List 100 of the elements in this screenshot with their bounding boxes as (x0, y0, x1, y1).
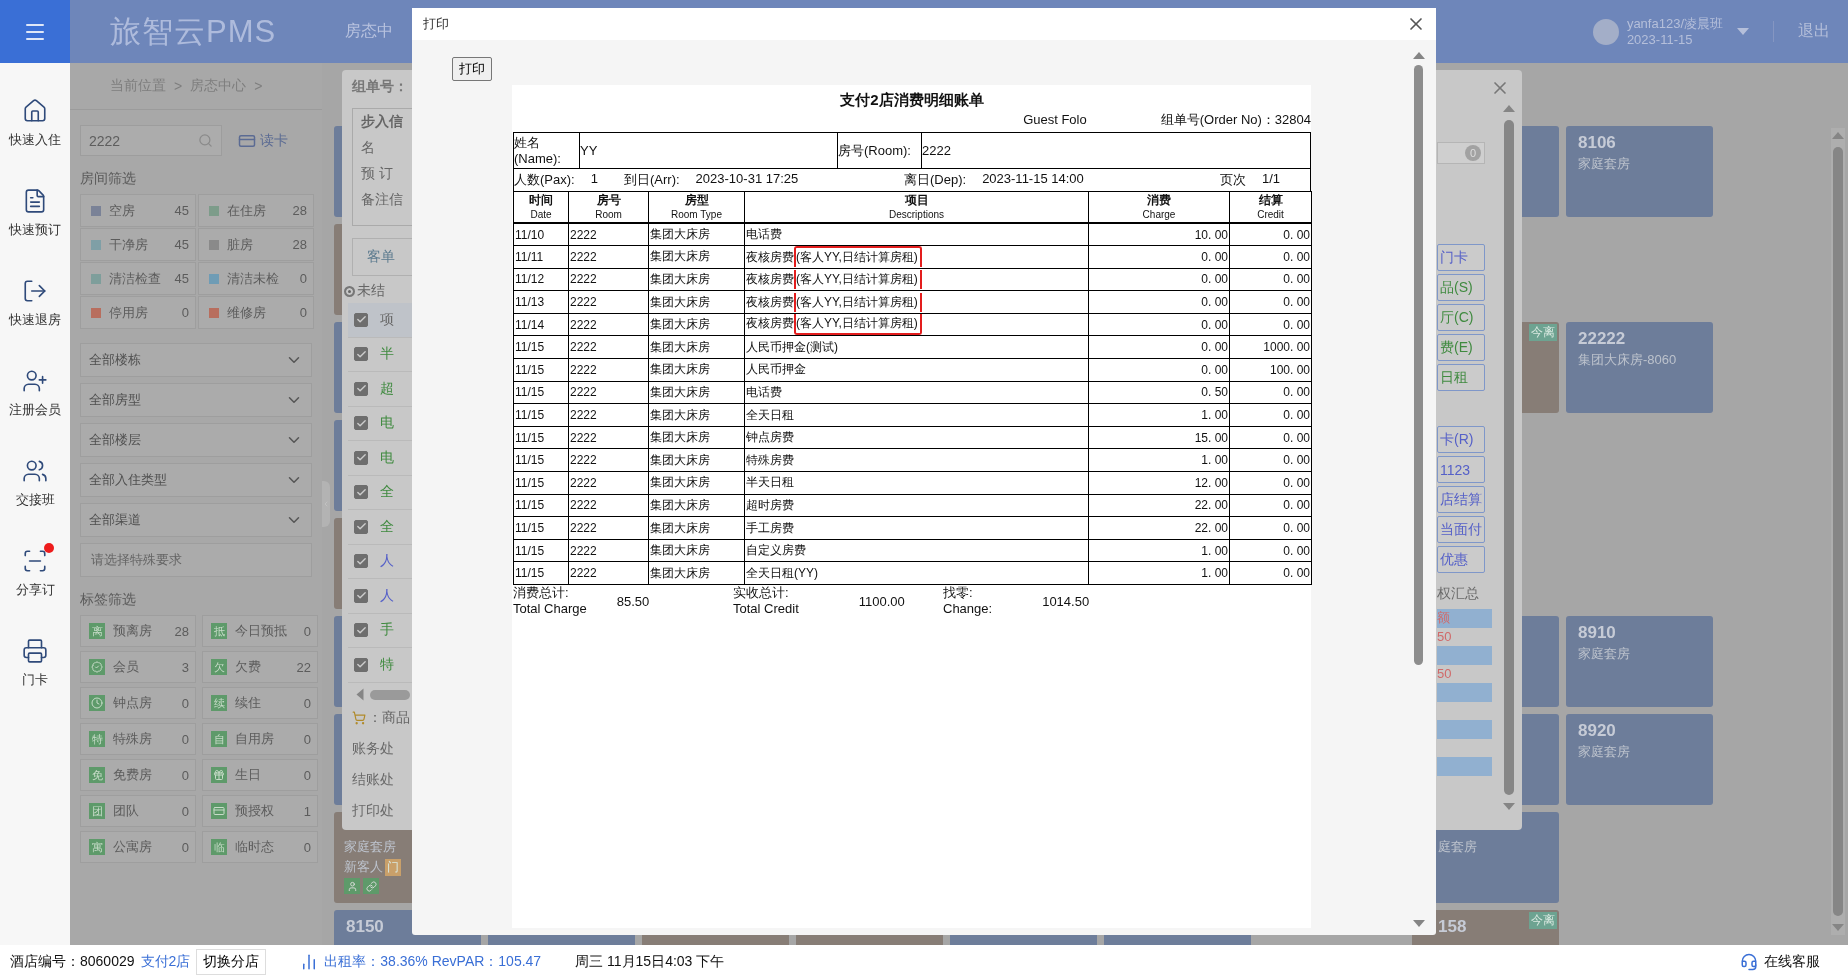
special-request-field[interactable]: 请选择特殊要求 (80, 543, 312, 577)
tag-filter[interactable]: 抵 今日预抵 0 (202, 615, 318, 647)
tag-filter[interactable]: 离 预离房 28 (80, 615, 196, 647)
summary-band (1437, 646, 1492, 665)
status-filter[interactable]: 脏房 28 (198, 228, 314, 261)
action-button[interactable]: 品(S) (1437, 274, 1485, 301)
table-cell: 0. 00 (1229, 290, 1312, 314)
nav-item[interactable]: 快速预订 (0, 168, 70, 258)
info-value: 2023-11-15 14:00 (982, 171, 1084, 188)
print-button[interactable]: 打印 (452, 57, 492, 81)
room-tile[interactable]: 8910 家庭套房 (1566, 616, 1713, 707)
action-button[interactable]: 卡(R) (1437, 426, 1485, 453)
room-tag: 今离 (1529, 324, 1557, 341)
action-link[interactable]: 账务处 (352, 739, 412, 758)
checkbox[interactable] (354, 657, 368, 672)
tag-filter[interactable]: 团 团队 0 (80, 795, 196, 827)
nav-item[interactable]: 注册会员 (0, 348, 70, 438)
table-cell: 15. 00 (1088, 426, 1230, 449)
tag-filter[interactable]: 钟点房 0 (80, 687, 196, 719)
room-tile[interactable]: 8920 家庭套房 (1566, 714, 1713, 805)
tag-filter[interactable]: 续 续住 0 (202, 687, 318, 719)
filter-dropdown[interactable]: 全部房型 (80, 383, 312, 417)
tag-filter[interactable]: 自 自用房 0 (202, 723, 318, 755)
filter-dropdown[interactable]: 全部入住类型 (80, 463, 312, 497)
filter-dropdown[interactable]: 全部楼栋 (80, 343, 312, 377)
action-button[interactable]: 门卡 (1437, 244, 1485, 271)
filter-dropdown[interactable]: 全部楼层 (80, 423, 312, 457)
status-filter[interactable]: 维修房 0 (198, 296, 314, 329)
action-button[interactable]: 当面付 (1437, 516, 1485, 543)
tag-count: 0 (303, 839, 311, 855)
room-tile[interactable]: 22222 集团大床房-8060 (1566, 322, 1713, 413)
checkbox[interactable] (354, 485, 368, 500)
scroll-left-arrow-icon[interactable] (356, 688, 364, 701)
avatar[interactable] (1592, 18, 1619, 45)
highlighted-note: (客人YY,日结计算房租) (794, 314, 922, 336)
support-link[interactable]: 在线客服 (1764, 952, 1820, 971)
action-button[interactable]: 费(E) (1437, 334, 1485, 361)
checkbox[interactable] (354, 347, 368, 362)
checkbox[interactable] (354, 519, 368, 534)
scrollbar[interactable] (1502, 105, 1516, 810)
table-cell: 0. 00 (1088, 335, 1230, 359)
document-subtitle: Guest Folo (1023, 111, 1087, 129)
tag-label: 免费房 (113, 766, 152, 784)
status-filter[interactable]: 清洁未检 0 (198, 262, 314, 295)
status-filter[interactable]: 干净房 45 (80, 228, 196, 261)
action-button[interactable]: 1123 (1437, 456, 1485, 483)
action-button[interactable]: 厅(C) (1437, 304, 1485, 331)
table-cell: 22. 00 (1088, 516, 1230, 540)
status-filter[interactable]: 清洁检查 45 (80, 262, 196, 295)
status-filter[interactable]: 空房 45 (80, 194, 196, 227)
checkbox[interactable] (354, 554, 368, 569)
nav-item[interactable]: 分享订 (0, 528, 70, 618)
status-filter[interactable]: 停用房 0 (80, 296, 196, 329)
action-link[interactable]: 打印处 (352, 801, 412, 820)
nav-item[interactable]: 交接班 (0, 438, 70, 528)
tag-filter[interactable]: 特 特殊房 0 (80, 723, 196, 755)
action-button[interactable]: 优惠 (1437, 546, 1485, 573)
tag-count: 0 (181, 839, 189, 855)
tag-label: 团队 (113, 802, 139, 820)
nav-link[interactable]: 房态中 (345, 21, 393, 42)
read-card-link[interactable]: 读卡 (260, 131, 288, 150)
tag-filter[interactable]: 欠 欠费 22 (202, 651, 318, 683)
checkbox[interactable] (354, 416, 368, 431)
tag-filter[interactable]: 寓 公寓房 0 (80, 831, 196, 863)
radio-button[interactable] (344, 285, 355, 297)
scrollbar[interactable] (1831, 128, 1845, 935)
checkbox[interactable] (354, 623, 368, 638)
room-number: 2222 (922, 143, 951, 158)
checkbox[interactable] (354, 312, 368, 327)
action-button[interactable]: 店结算 (1437, 486, 1485, 513)
filter-dropdown[interactable]: 全部渠道 (80, 503, 312, 537)
table-cell: 集团大床房 (648, 426, 745, 449)
tag-filter[interactable]: 会员 3 (80, 651, 196, 683)
tag-filter[interactable]: 临 临时态 0 (202, 831, 318, 863)
status-filter[interactable]: 在住房 28 (198, 194, 314, 227)
card-icon (211, 803, 227, 819)
column-header: 消费 (1146, 193, 1172, 208)
collapse-handle[interactable] (322, 481, 330, 527)
tag-filter[interactable]: 生日 0 (202, 759, 318, 791)
search-field[interactable]: 2222 (80, 125, 222, 156)
nav-item[interactable]: 快速退房 (0, 258, 70, 348)
switch-store-button[interactable]: 切换分店 (196, 948, 267, 975)
menu-button[interactable] (0, 0, 70, 63)
table-cell: 集团大床房 (648, 561, 745, 585)
nav-item[interactable]: 快速入住 (0, 78, 70, 168)
caret-icon[interactable] (1737, 28, 1749, 35)
checkbox[interactable] (354, 450, 368, 465)
tag-filter[interactable]: 预授权 1 (202, 795, 318, 827)
room-tile[interactable]: 8106 家庭套房 (1566, 126, 1713, 217)
checkbox[interactable] (354, 588, 368, 603)
tag-count: 0 (303, 731, 311, 747)
nav-item[interactable]: 门卡 (0, 618, 70, 708)
checkbox[interactable] (354, 381, 368, 396)
scrollbar[interactable] (370, 689, 410, 700)
tag-filter[interactable]: 免 免费房 0 (80, 759, 196, 791)
action-link[interactable]: 结账处 (352, 770, 412, 789)
action-button[interactable]: 日租 (1437, 364, 1485, 391)
status-count: 45 (174, 271, 189, 286)
logout-link[interactable]: 退出 (1773, 21, 1830, 42)
store-link[interactable]: 支付2店 (140, 952, 191, 971)
